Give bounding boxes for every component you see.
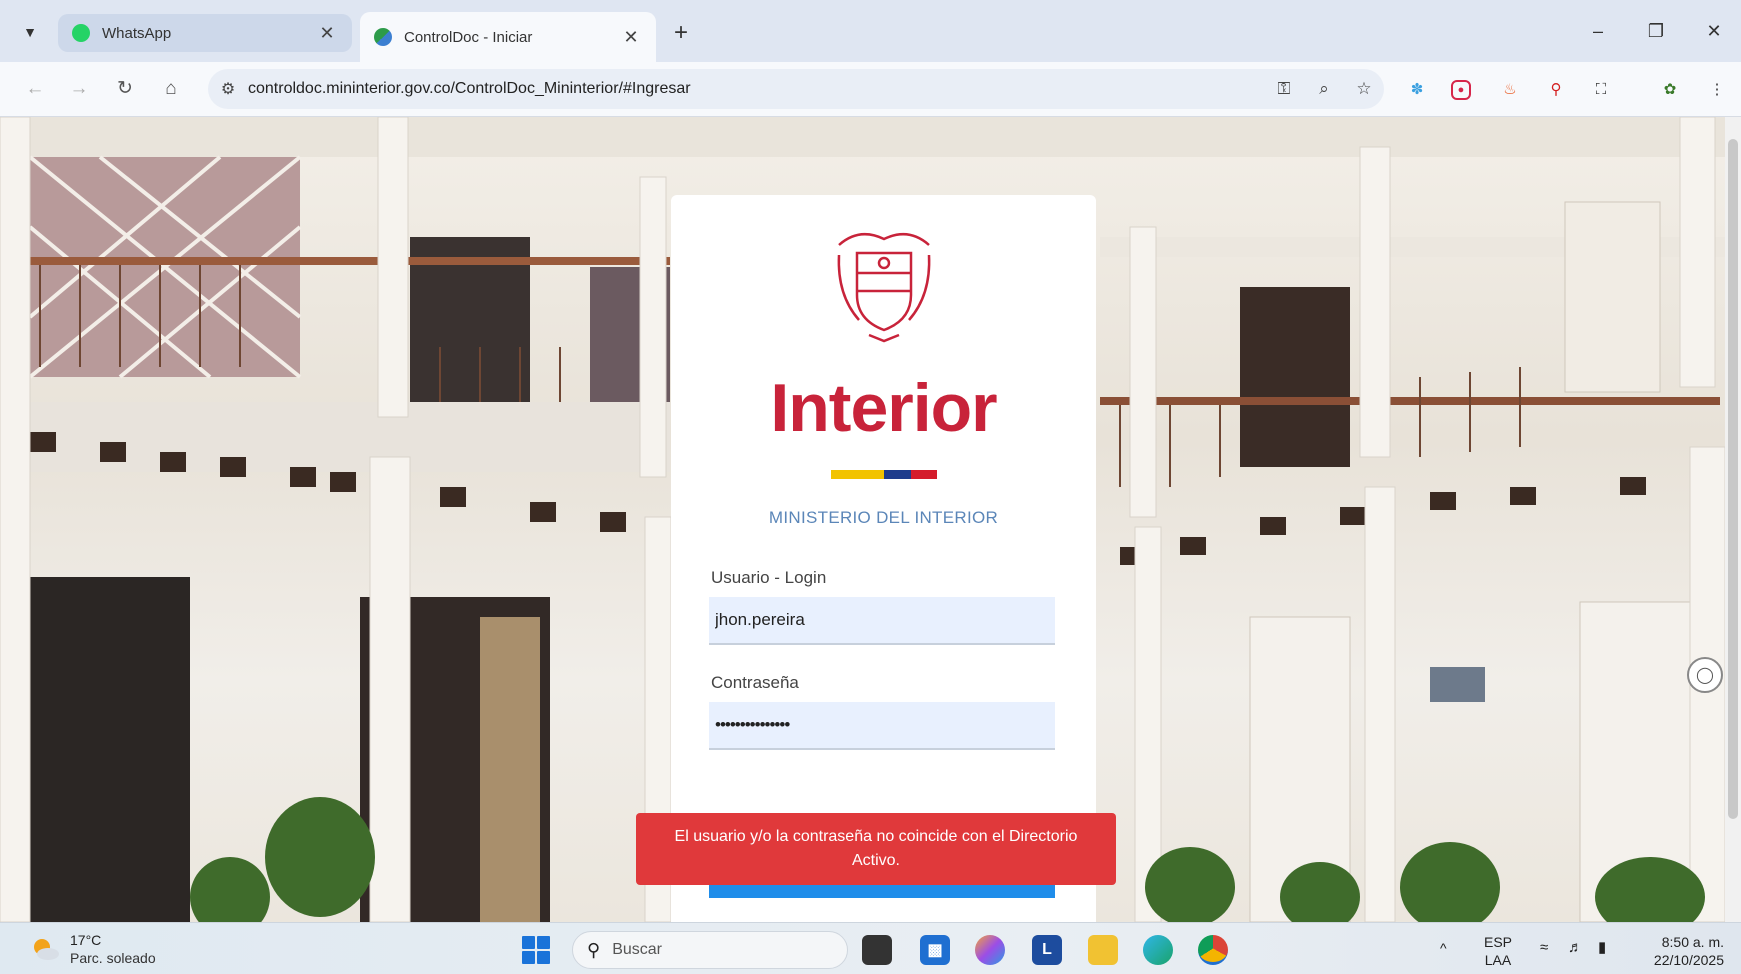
controldoc-favicon-icon [374,28,392,46]
close-tab-icon[interactable]: ✕ [316,23,338,44]
menu-kebab-icon[interactable]: ⋮ [1704,77,1730,103]
extensions-puzzle-icon[interactable]: ⛶ [1588,77,1614,103]
forward-arrow-icon[interactable]: → [64,74,94,104]
tab-title: WhatsApp [102,24,172,42]
flag-stripe [831,470,937,479]
profile-avatar-icon[interactable]: ✿ [1657,77,1683,103]
edge-icon[interactable] [1143,935,1173,965]
language-code: ESP [1484,934,1513,950]
page-viewport: Interior MINISTERIO DEL INTERIOR Usuario… [0,117,1741,922]
tab-strip: ▼ WhatsApp ✕ ControlDoc - Iniciar ✕ + – … [0,0,1741,62]
close-tab-icon[interactable]: ✕ [620,27,642,48]
home-icon[interactable]: ⌂ [156,74,186,104]
address-bar[interactable]: ⚙ controldoc.mininterior.gov.co/ControlD… [208,69,1384,109]
extension-flower-icon[interactable]: ✽ [1404,77,1430,103]
restore-button[interactable]: ❐ [1636,16,1676,46]
start-windows-icon[interactable] [522,936,550,964]
minimize-button[interactable]: – [1578,16,1618,46]
page-scrollbar[interactable] [1725,117,1741,922]
wifi-icon[interactable]: ≈ [1540,939,1548,957]
copilot-icon[interactable] [975,935,1005,965]
volume-icon[interactable]: ♬ [1568,939,1583,957]
tab-whatsapp[interactable]: WhatsApp ✕ [58,14,352,52]
show-hidden-icons-chevron-icon[interactable]: ^ [1440,939,1447,957]
username-label: Usuario - Login [711,568,827,587]
battery-icon[interactable]: ▮ [1598,939,1606,957]
reload-icon[interactable]: ↻ [110,74,140,104]
zoom-icon[interactable]: ⌕ [1304,79,1344,99]
url-text[interactable]: controldoc.mininterior.gov.co/ControlDoc… [248,80,1264,98]
clock-time: 8:50 a. m. [1661,934,1724,950]
password-field[interactable] [709,702,1055,750]
chrome-icon[interactable] [1198,935,1228,965]
search-placeholder: Buscar [612,941,662,958]
task-view-icon[interactable] [862,935,892,965]
whatsapp-icon [72,24,90,42]
brand-wordmark: Interior [770,370,997,446]
browser-toolbar: ← → ↻ ⌂ ⚙ controldoc.mininterior.gov.co/… [0,62,1741,117]
app-l-icon[interactable]: L [1032,935,1062,965]
keyboard-layout: LAA [1484,952,1512,968]
site-settings-icon[interactable]: ⚙ [208,79,248,99]
tab-search-chevron-icon[interactable]: ▼ [12,16,48,48]
username-field[interactable] [709,597,1055,645]
weather-sun-cloud-icon[interactable] [30,937,60,961]
extension-key-icon[interactable]: ⚲ [1543,77,1569,103]
scrollbar-thumb[interactable] [1728,139,1738,819]
ministry-name: MINISTERIO DEL INTERIOR [768,508,999,527]
bookmark-star-icon[interactable]: ☆ [1344,79,1384,99]
clock-date: 22/10/2025 [1653,952,1724,968]
extension-record-icon[interactable]: ● [1451,80,1471,100]
back-arrow-icon[interactable]: ← [20,74,50,104]
new-tab-button[interactable]: + [666,18,696,48]
key-icon[interactable]: ⚿ [1264,79,1304,99]
close-window-button[interactable]: ✕ [1694,16,1734,46]
store-icon[interactable]: ▩ [920,935,950,965]
clock[interactable]: 8:50 a. m. 22/10/2025 [1638,933,1724,969]
password-label: Contraseña [711,673,799,692]
language-indicator[interactable]: ESP LAA [1484,933,1512,969]
taskbar-search-box[interactable]: ⚲ Buscar [572,931,848,969]
weather-description[interactable]: Parc. soleado [70,950,156,966]
file-explorer-icon[interactable] [1088,935,1118,965]
search-icon: ⚲ [587,939,601,960]
error-toast: El usuario y/o la contraseña no coincide… [636,813,1116,885]
windows-taskbar: 17°C Parc. soleado ⚲ Buscar ▩ L ^ ESP LA… [0,922,1741,974]
colombia-coat-of-arms-logo [837,232,931,343]
side-widget-circle-icon[interactable]: ◯ [1687,657,1723,693]
tab-title: ControlDoc - Iniciar [404,28,533,46]
tab-controldoc[interactable]: ControlDoc - Iniciar ✕ [360,12,656,62]
extension-flame-icon[interactable]: ♨ [1497,77,1523,103]
weather-temperature[interactable]: 17°C [70,932,101,948]
